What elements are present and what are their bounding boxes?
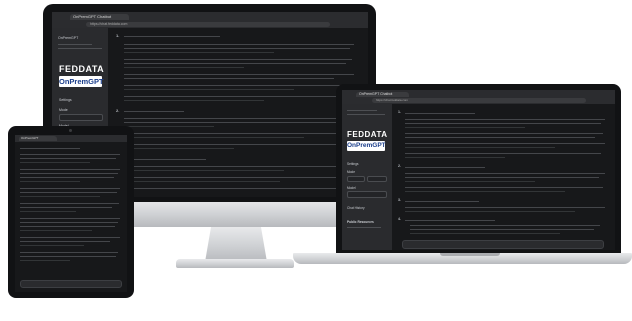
monitor-sidebar-section-label: OnPremGPT [58,36,79,40]
laptop-model-select[interactable] [347,191,387,198]
tablet-chat-input[interactable] [20,280,122,288]
monitor-browser-bar: OnPremGPT Chatbot https://chat.feddata.c… [52,12,368,29]
laptop-chat-input[interactable] [402,240,604,249]
laptop-list-number-4: 4. [398,217,401,221]
monitor-mode-select[interactable] [59,114,103,121]
laptop-list-number-2: 2. [398,164,401,168]
laptop-browser-bar: OnPremGPT Chatbot https://chat.feddata.c… [342,90,615,105]
laptop-list-number-3: 3. [398,198,401,202]
tablet-browser-tab[interactable]: OnPremGPT [19,136,57,141]
monitor-sidebar-item-settings[interactable]: Settings [59,98,72,102]
laptop-chat-area: 1. 2. 3. 4. [392,104,615,250]
monitor-stand-base [176,259,294,268]
laptop-sidebar-item-public-resources[interactable]: Public Resources [347,220,374,224]
laptop-sidebar-item-settings[interactable]: Settings [347,162,359,166]
monitor-brand-logo: FEDDATA [59,64,105,74]
laptop-browser-tab[interactable]: OnPremGPT Chatbot [356,92,409,97]
monitor-sidebar-item-mode[interactable]: Mode [59,108,68,112]
tablet-content [15,142,127,292]
monitor-url-bar[interactable]: https://chat.feddata.com [86,22,330,27]
monitor-list-number-2: 2. [116,108,120,113]
laptop-sidebar-item-chat-history[interactable]: Chat History [347,206,365,210]
laptop-sidebar: FEDDATA OnPremGPT Settings Mode Model Ch… [342,104,392,250]
laptop-url-bar[interactable]: https://chat.feddata.com [372,98,586,103]
monitor-list-number-1: 1. [116,33,120,38]
monitor-chat-area: 1. 2. 3. [108,28,368,197]
laptop-screen: OnPremGPT Chatbot https://chat.feddata.c… [342,90,615,250]
laptop-sidebar-item-model[interactable]: Model [347,186,356,190]
laptop-trackpad-notch [440,253,500,256]
laptop-mode-radio-b[interactable] [367,176,387,182]
monitor-stand-neck [205,226,267,262]
laptop-product-badge: OnPremGPT [347,141,386,151]
tablet-screen: OnPremGPT [15,135,127,292]
laptop-sidebar-item-mode[interactable]: Mode [347,170,355,174]
monitor-product-badge: OnPremGPT [59,76,104,87]
laptop-list-number-1: 1. [398,110,401,114]
laptop-mode-radio-a[interactable] [347,176,365,182]
monitor-browser-tab[interactable]: OnPremGPT Chatbot [70,14,129,20]
laptop-brand-logo: FEDDATA [347,130,388,139]
tablet-camera [69,129,72,132]
